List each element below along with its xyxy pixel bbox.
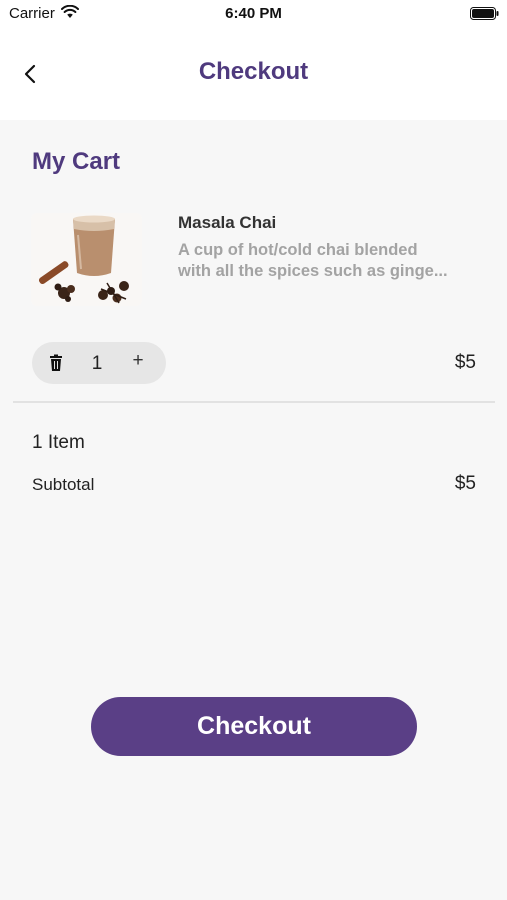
- subtotal-label: Subtotal: [32, 475, 95, 494]
- page-title: Checkout: [198, 58, 309, 85]
- product-description-line: A cup of hot/cold chai blended: [178, 241, 418, 259]
- cart-content: My Cart Masala Chai A cup of hot/cold ch…: [0, 120, 507, 900]
- product-description: A cup of hot/cold chai blended with all …: [178, 240, 478, 282]
- checkout-button[interactable]: Checkout: [91, 697, 417, 756]
- remove-item-button[interactable]: [46, 354, 66, 372]
- cart-heading: My Cart: [32, 148, 121, 175]
- product-image: [31, 213, 142, 306]
- divider: [13, 401, 495, 403]
- increment-button[interactable]: +: [127, 350, 149, 374]
- subtotal-value: $5: [454, 473, 476, 494]
- trash-icon: [50, 354, 62, 371]
- status-time: 6:40 PM: [225, 5, 282, 22]
- navigation-bar: Checkout: [0, 30, 507, 120]
- quantity-stepper: 1 +: [32, 342, 166, 384]
- status-bar: Carrier 6:40 PM: [0, 0, 507, 30]
- masala-chai-illustration: [31, 213, 142, 306]
- battery-icon: [470, 7, 499, 20]
- item-price: $5: [454, 352, 476, 373]
- product-name: Masala Chai: [178, 213, 277, 232]
- product-description-line: with all the spices such as ginge...: [178, 262, 448, 280]
- quantity-value: 1: [91, 353, 103, 374]
- item-count: 1 Item: [32, 432, 85, 453]
- checkout-button-label: Checkout: [197, 712, 311, 740]
